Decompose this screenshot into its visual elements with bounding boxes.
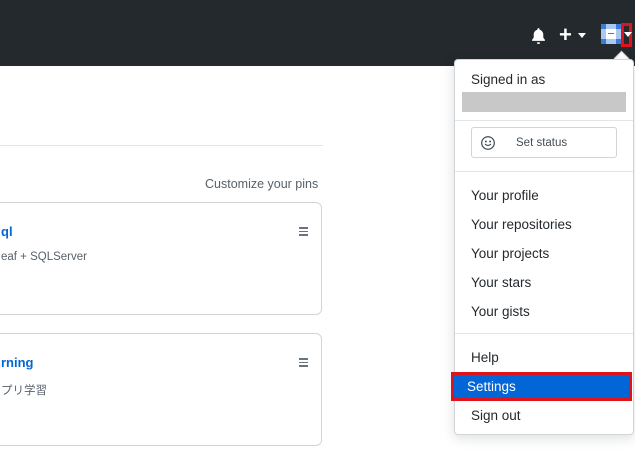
menu-item-settings[interactable]: Settings — [451, 372, 632, 401]
avatar[interactable] — [601, 24, 621, 44]
chevron-down-icon — [623, 32, 632, 37]
customize-pins-link[interactable]: Customize your pins — [205, 177, 318, 191]
set-status-button[interactable]: Set status — [471, 127, 617, 158]
smiley-icon — [481, 136, 495, 150]
dropdown-divider — [455, 120, 633, 121]
menu-item-sign-out[interactable]: Sign out — [455, 401, 633, 430]
menu-item-your-repositories[interactable]: Your repositories — [455, 210, 633, 239]
bell-icon[interactable] — [530, 27, 547, 44]
pinned-repo-card: rning プリ学習 — [0, 333, 322, 446]
menu-item-your-stars[interactable]: Your stars — [455, 268, 633, 297]
drag-handle-icon[interactable] — [299, 358, 308, 367]
menu-item-your-gists[interactable]: Your gists — [455, 297, 633, 326]
divider — [0, 145, 323, 146]
dropdown-divider — [455, 171, 633, 172]
menu-item-your-profile[interactable]: Your profile — [455, 181, 633, 210]
dropdown-divider — [455, 333, 633, 334]
pinned-repo-title[interactable]: ql — [1, 224, 13, 239]
top-navbar: + — [0, 0, 635, 66]
signed-in-label: Signed in as — [471, 72, 546, 87]
drag-handle-icon[interactable] — [299, 227, 308, 236]
create-new-button[interactable]: + — [559, 24, 591, 46]
menu-item-help[interactable]: Help — [455, 343, 633, 372]
pinned-repo-title[interactable]: rning — [1, 355, 34, 370]
pinned-repo-description: プリ学習 — [1, 385, 47, 397]
profile-menu-toggle[interactable] — [621, 23, 632, 47]
set-status-label: Set status — [516, 137, 568, 149]
chevron-down-icon — [578, 33, 586, 38]
avatar-icon — [601, 24, 621, 44]
username-redacted — [462, 92, 626, 112]
pinned-repo-description: eaf + SQLServer — [1, 251, 87, 263]
menu-item-your-projects[interactable]: Your projects — [455, 239, 633, 268]
pinned-repo-card: ql eaf + SQLServer — [0, 202, 322, 315]
profile-dropdown-menu: Signed in as Set status Your profile You… — [451, 59, 634, 435]
plus-icon: + — [559, 22, 572, 47]
